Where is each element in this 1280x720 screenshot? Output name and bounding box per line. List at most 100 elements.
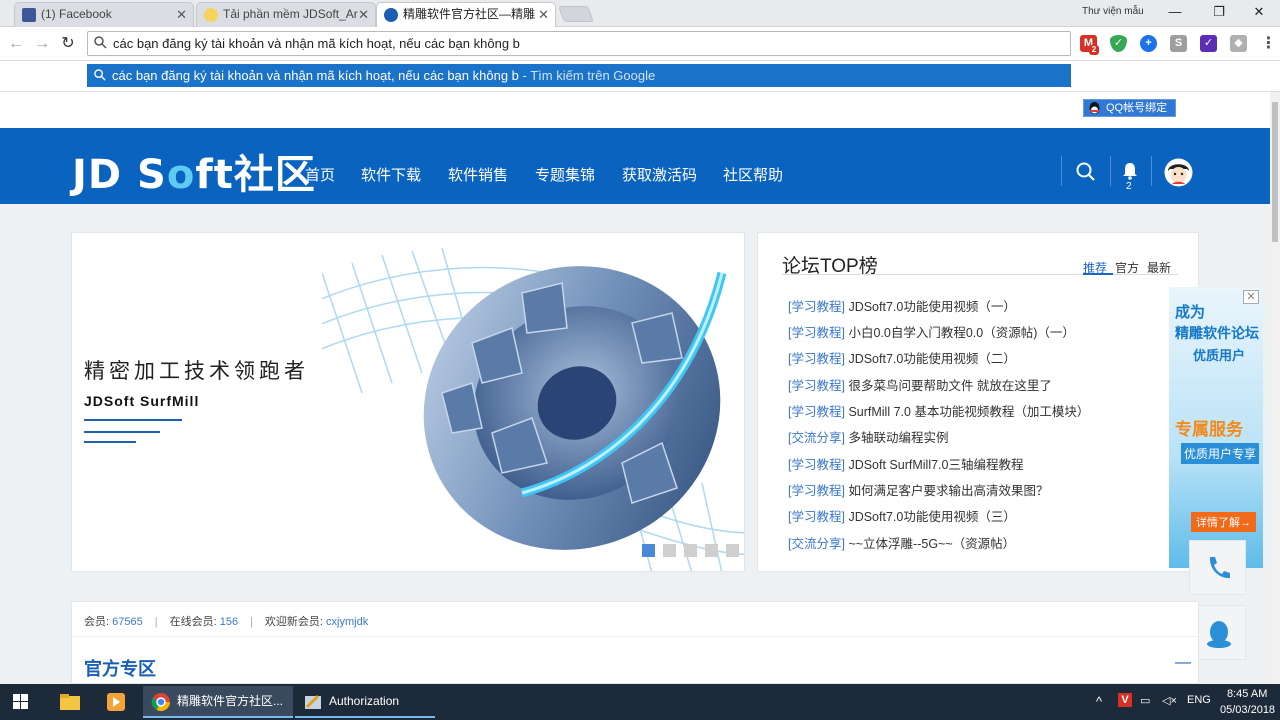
post-title[interactable]: 多轴联动编程实例 [848, 431, 948, 445]
clock-date[interactable]: 05/03/2018 [1220, 704, 1275, 716]
nav-topics[interactable]: 专题集锦 [535, 164, 595, 185]
page-scrollbar[interactable] [1270, 92, 1280, 684]
forum-top-list: 论坛TOP榜 推荐 官方 最新 [学习教程] JDSoft7.0功能使用视频（一） … [757, 232, 1199, 572]
post-category[interactable]: [学习教程] [788, 484, 845, 498]
reload-button[interactable]: ↻ [58, 34, 78, 54]
post-category[interactable]: [学习教程] [788, 352, 845, 366]
post-title[interactable]: ~~立体浮雕--5G~~（资源帖） [848, 537, 1015, 551]
search-suggestion[interactable]: các bạn đăng ký tài khoản và nhận mã kíc… [87, 64, 1071, 87]
carousel-dot[interactable] [663, 544, 676, 557]
collapse-button[interactable]: — [1175, 654, 1191, 672]
notification-count: 2 [1126, 181, 1132, 192]
tab-official[interactable]: 官方 [1115, 261, 1139, 275]
back-button[interactable]: ← [6, 34, 26, 54]
new-tab-button[interactable] [558, 6, 594, 22]
search-icon [94, 69, 106, 81]
address-bar[interactable] [87, 31, 1071, 56]
nav-home[interactable]: 首页 [305, 164, 335, 185]
post-category[interactable]: [学习教程] [788, 458, 845, 472]
carousel-dot[interactable] [726, 544, 739, 557]
tab-close-icon[interactable]: ✕ [538, 3, 549, 26]
tab-facebook[interactable]: (1) Facebook ✕ [14, 2, 194, 27]
minimize-button[interactable]: — [1160, 2, 1190, 22]
media-player-icon[interactable] [96, 688, 136, 716]
windows-start-icon[interactable] [0, 688, 40, 716]
list-item[interactable]: [学习教程] 小白0.0自学入门教程0.0（资源帖)（一） [788, 322, 1075, 341]
file-explorer-icon[interactable] [50, 688, 90, 716]
plus-extension-icon[interactable]: + [1140, 35, 1157, 52]
nav-help[interactable]: 社区帮助 [723, 164, 783, 185]
post-title[interactable]: 小白0.0自学入门教程0.0（资源帖)（一） [848, 326, 1074, 340]
avatar[interactable] [1164, 158, 1193, 187]
maximize-button[interactable]: ❐ [1204, 2, 1234, 22]
site-logo[interactable]: JD Soft社区 [72, 142, 316, 200]
tab-jdsoft-community[interactable]: 精雕软件官方社区—精雕 ✕ [376, 2, 556, 28]
forum-stats-panel: 会员: 67565 | 在线会员: 156 | 欢迎新会员: cxjymjdk 官方专区… [71, 601, 1200, 684]
post-category[interactable]: [学习教程] [788, 326, 845, 340]
carousel-dot[interactable] [705, 544, 718, 557]
taskbar-app-authorization[interactable]: Authorization [295, 686, 435, 718]
list-item[interactable]: [学习教程] JDSoft7.0功能使用视频（一） [788, 296, 1016, 315]
list-item[interactable]: [学习教程] 很多菜鸟问要帮助文件 就放在这里了 [788, 375, 1052, 394]
list-item[interactable]: [学习教程] SurfMill 7.0 基本功能视频教程（加工模块） [788, 401, 1089, 420]
close-icon[interactable]: ✕ [1243, 290, 1259, 304]
post-category[interactable]: [交流分享] [788, 431, 845, 445]
post-title[interactable]: JDSoft7.0功能使用视频（二） [848, 352, 1015, 366]
scrollbar-thumb[interactable] [1272, 102, 1278, 242]
post-title[interactable]: JDSoft7.0功能使用视频（一） [848, 300, 1015, 314]
list-item[interactable]: [交流分享] ~~立体浮雕--5G~~（资源帖） [788, 533, 1015, 552]
nav-download[interactable]: 软件下载 [361, 164, 421, 185]
volume-icon[interactable]: ◁× [1162, 694, 1177, 707]
post-category[interactable]: [交流分享] [788, 537, 845, 551]
forward-button[interactable]: → [32, 34, 52, 54]
tray-expand-icon[interactable]: ^ [1096, 694, 1102, 709]
carousel-dot[interactable] [684, 544, 697, 557]
clock-time[interactable]: 8:45 AM [1227, 688, 1267, 700]
ad-line: 精雕软件论坛 [1175, 325, 1259, 341]
taskbar-app-chrome[interactable]: 精雕软件官方社区... [143, 686, 293, 718]
extension-icon[interactable]: ◆ [1230, 35, 1247, 52]
list-item[interactable]: [学习教程] JDSoft SurfMill7.0三轴编程教程 [788, 454, 1023, 473]
tab-jdsoft-download[interactable]: Tải phần mềm JDSoft_Ar ✕ [196, 2, 376, 27]
post-title[interactable]: 如何满足客户要求输出高清效果图？ [848, 484, 1048, 498]
post-category[interactable]: [学习教程] [788, 300, 845, 314]
tab-close-icon[interactable]: ✕ [358, 3, 369, 26]
post-category[interactable]: [学习教程] [788, 405, 845, 419]
close-window-button[interactable]: ✕ [1244, 2, 1274, 22]
address-input[interactable] [113, 34, 1053, 53]
ad-details-button[interactable]: 详情了解→ [1191, 512, 1256, 532]
hero-banner[interactable]: 精密加工技术领跑者 JDSoft SurfMill [71, 232, 745, 572]
menu-icon[interactable]: ⋮ [1260, 35, 1277, 52]
shield-icon[interactable]: ✓ [1110, 35, 1127, 52]
ad-line: 成为 [1175, 304, 1206, 321]
post-category[interactable]: [学习教程] [788, 379, 845, 393]
post-title[interactable]: JDSoft7.0功能使用视频（三） [848, 510, 1015, 524]
s-extension-icon[interactable]: S [1170, 35, 1187, 52]
tab-close-icon[interactable]: ✕ [176, 3, 187, 26]
qq-bind-button[interactable]: QQ帐号绑定 [1083, 99, 1176, 117]
phone-contact-button[interactable] [1189, 540, 1246, 595]
post-title[interactable]: SurfMill 7.0 基本功能视频教程（加工模块） [848, 405, 1089, 419]
vietkey-icon[interactable]: V [1118, 693, 1132, 707]
nav-sales[interactable]: 软件销售 [448, 164, 508, 185]
floating-ad[interactable]: 成为 精雕软件论坛 优质用户 专属服务 优质用户专享 详情了解→ ✕ [1169, 287, 1263, 568]
list-item[interactable]: [交流分享] 多轴联动编程实例 [788, 427, 948, 446]
language-indicator[interactable]: ENG [1187, 694, 1211, 706]
post-category[interactable]: [学习教程] [788, 510, 845, 524]
tab-latest[interactable]: 最新 [1147, 261, 1171, 275]
banner-decor-line [84, 419, 182, 421]
carousel-dot[interactable] [642, 544, 655, 557]
list-item[interactable]: [学习教程] JDSoft7.0功能使用视频（三） [788, 506, 1016, 525]
post-title[interactable]: JDSoft SurfMill7.0三轴编程教程 [848, 458, 1023, 472]
list-item[interactable]: [学习教程] 如何满足客户要求输出高清效果图？ [788, 480, 1048, 499]
bell-icon[interactable] [1121, 162, 1139, 180]
network-icon[interactable]: ▭ [1140, 694, 1150, 707]
profile-label[interactable]: Thư viện mẫu [1082, 6, 1144, 17]
nav-activation-code[interactable]: 获取激活码 [622, 164, 697, 185]
search-icon[interactable] [1076, 162, 1096, 182]
search-icon [94, 36, 107, 49]
post-title[interactable]: 很多菜鸟问要帮助文件 就放在这里了 [848, 379, 1051, 393]
check-extension-icon[interactable]: ✓ [1200, 35, 1217, 52]
list-item[interactable]: [学习教程] JDSoft7.0功能使用视频（二） [788, 348, 1016, 367]
newest-member-link[interactable]: cxjymjdk [326, 616, 368, 628]
